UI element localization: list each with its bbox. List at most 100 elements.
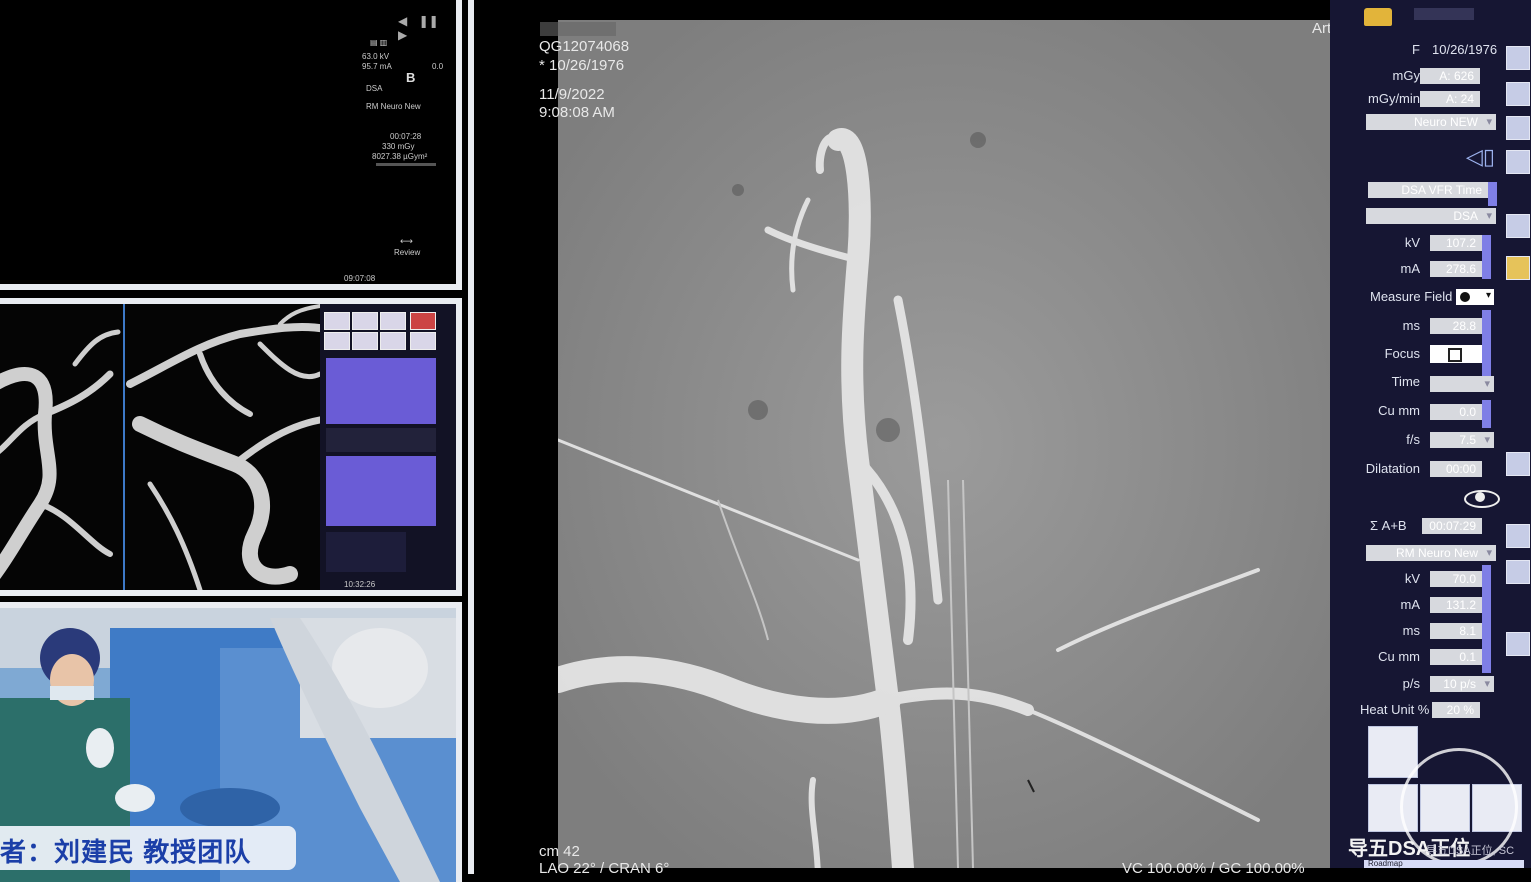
tool-brightness-icon[interactable] <box>1506 452 1530 476</box>
fs-label: f/s <box>1406 432 1420 447</box>
kv-field[interactable]: 107.2 <box>1430 235 1482 251</box>
ma2-field[interactable]: 131.2 <box>1430 597 1482 613</box>
preset-panel[interactable] <box>326 456 436 526</box>
bottom-time: 09:07:08 <box>344 274 376 283</box>
ma-readout: 95.7 mA <box>362 62 392 71</box>
caption-bar: 者：刘建民 教授团队 <box>0 826 296 870</box>
tool-zoom-icon[interactable] <box>1506 46 1530 70</box>
sum-label: Σ A+B <box>1370 518 1407 533</box>
tool-layout-icon[interactable] <box>1506 150 1530 174</box>
level-bar <box>1482 310 1491 376</box>
f-label: F <box>1412 42 1420 57</box>
cumm2-field[interactable]: 0.1 <box>1430 649 1482 665</box>
kv2-label: kV <box>1404 571 1420 586</box>
speaker-icon[interactable]: ◁▯ <box>1466 144 1495 170</box>
dilation-field[interactable]: 00:00 <box>1430 461 1482 477</box>
tool-thumb[interactable] <box>380 312 406 330</box>
level-bar <box>1482 235 1491 279</box>
ms2-field[interactable]: 8.1 <box>1430 623 1482 639</box>
tool-plane-a-icon[interactable] <box>1506 214 1530 238</box>
folder-icon[interactable] <box>1364 8 1392 26</box>
focus-label: Focus <box>1384 346 1420 361</box>
program-b-select[interactable]: RM Neuro New <box>1366 545 1496 561</box>
cumm-label: Cu mm <box>1378 403 1420 418</box>
view-letter: B <box>406 70 416 85</box>
settings-list[interactable] <box>326 428 436 452</box>
study-date: 11/9/2022 <box>539 86 605 103</box>
dose-readout: 330 mGy <box>382 142 415 151</box>
level-bar <box>1482 400 1491 428</box>
sum-field: 00:07:29 <box>1422 518 1482 534</box>
patient-id: QG12074068 <box>539 38 630 55</box>
small-right-readout: 0.0 <box>432 62 444 71</box>
bottom-time: 10:32:26 <box>344 580 376 589</box>
tool-thumb[interactable] <box>352 332 378 350</box>
time-select[interactable] <box>1430 376 1494 392</box>
acquisition-panel: F 10/26/1976 mGy A: 626 mGy/min A: 24 Ne… <box>1330 0 1531 868</box>
review-icon[interactable]: ⟷ <box>400 236 413 247</box>
playback-controls[interactable]: ◀ ❚❚ ▶ <box>398 14 456 42</box>
tool-thumb[interactable] <box>352 312 378 330</box>
lower-tools[interactable] <box>326 532 406 572</box>
top-left-monitor: ◀ ❚❚ ▶ ▤ ▥ 63.0 kV 95.7 mA 0.0 B DSA RM … <box>0 0 462 290</box>
view-name-sub: 导五DSA正位, SC <box>1426 845 1515 857</box>
tool-move-icon[interactable] <box>1506 82 1530 106</box>
tool-thumb[interactable] <box>324 332 350 350</box>
tool-thumb[interactable] <box>410 332 436 350</box>
kv2-field[interactable]: 70.0 <box>1430 571 1482 587</box>
kv-label: kV <box>1404 235 1420 250</box>
panel-title-redacted <box>1414 8 1474 20</box>
measure-field-label: Measure Field <box>1370 289 1453 304</box>
heat-unit-label: Heat Unit % <box>1360 702 1430 717</box>
fs-select[interactable]: 7.5 <box>1430 432 1494 448</box>
dsa-vfr-time-button[interactable]: DSA VFR Time <box>1368 182 1488 198</box>
workstation-side-panel: 10:32:26 <box>320 304 456 590</box>
tool-thumb[interactable] <box>380 332 406 350</box>
tool-palette <box>324 312 436 352</box>
mgy-label: mGy <box>1392 68 1420 83</box>
focus-toggle[interactable] <box>1430 345 1482 363</box>
cumm2-label: Cu mm <box>1378 649 1420 664</box>
f-date: 10/26/1976 <box>1432 42 1498 57</box>
ma-field[interactable]: 278.6 <box>1430 261 1482 277</box>
progress-track[interactable] <box>376 163 436 166</box>
ps-select[interactable]: 10 p/s <box>1430 676 1494 692</box>
mode-select[interactable]: DSA <box>1366 208 1496 224</box>
ms2-label: ms <box>1402 623 1420 638</box>
time-readout: 00:07:28 <box>390 132 422 141</box>
study-time: 9:08:08 AM <box>539 104 615 121</box>
eye-icon[interactable] <box>1462 484 1500 508</box>
patient-dob: * 10/26/1976 <box>539 57 625 74</box>
protocol-label: RM Neuro New <box>366 102 421 111</box>
mgy-field: A: 626 <box>1420 68 1480 84</box>
roadmap-thumbnail[interactable] <box>1368 726 1418 778</box>
review-label[interactable]: Review <box>394 248 420 258</box>
level-bar <box>1488 182 1497 206</box>
orientation-panel[interactable] <box>326 358 436 424</box>
dsa-angiogram-image <box>558 20 1330 868</box>
focus-square-icon <box>1448 348 1462 362</box>
ma-label: mA <box>1400 261 1421 276</box>
tool-thumb[interactable] <box>410 312 436 330</box>
program-a-select[interactable]: Neuro NEW <box>1366 114 1496 130</box>
tool-screen-icon[interactable] <box>1506 632 1530 656</box>
time-label: Time <box>1391 374 1420 389</box>
measure-field-select[interactable]: ▾ <box>1456 289 1494 305</box>
ps-label: p/s <box>1402 676 1420 691</box>
caption-text: 者：刘建民 教授团队 <box>0 837 252 867</box>
vessel-3d-render <box>0 304 326 590</box>
angulation-label: LAO 22° / CRAN 6° <box>539 860 670 877</box>
or-camera-monitor: 者：刘建民 教授团队 <box>0 602 462 882</box>
mode-label: DSA <box>366 84 383 93</box>
cumm-field[interactable]: 0.0 <box>1430 404 1482 420</box>
tool-thumb[interactable] <box>324 312 350 330</box>
ms-field[interactable]: 28.8 <box>1430 318 1482 334</box>
mgymin-field: A: 24 <box>1420 91 1480 107</box>
tool-rotate-icon[interactable] <box>1506 116 1530 140</box>
tool-plane-b-icon[interactable] <box>1506 256 1530 280</box>
patient-name-redacted <box>540 22 616 36</box>
tool-store-icon[interactable] <box>1506 560 1530 584</box>
tool-export-icon[interactable] <box>1506 524 1530 548</box>
heat-unit-field: 20 % <box>1432 702 1480 718</box>
bottom-select[interactable]: Roadmap <box>1364 860 1524 868</box>
